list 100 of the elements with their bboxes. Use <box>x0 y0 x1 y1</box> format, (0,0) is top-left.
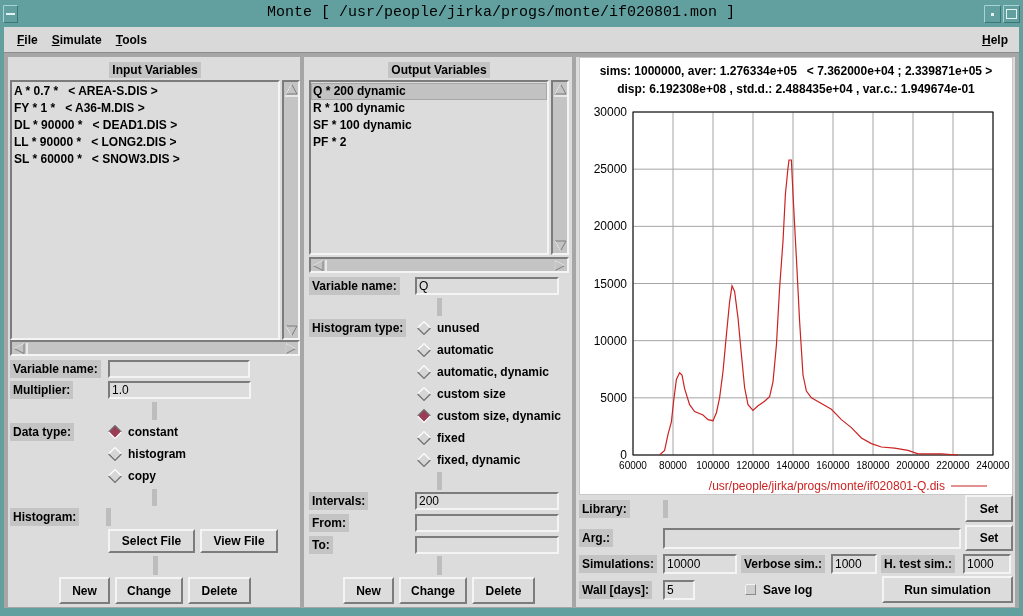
radio-option[interactable]: custom size <box>417 383 562 405</box>
field-label: Data type: <box>10 423 74 441</box>
radio-icon[interactable] <box>417 387 431 401</box>
minimize-icon[interactable] <box>984 4 1001 23</box>
checkbox-icon[interactable] <box>745 584 756 595</box>
radio-icon[interactable] <box>417 409 431 423</box>
radio-option[interactable]: unused <box>417 317 562 339</box>
vertical-scrollbar[interactable] <box>551 80 569 255</box>
field-label: From: <box>309 514 349 532</box>
legend-label: /usr/people/jirka/progs/monte/if020801-Q.dis <box>708 479 945 493</box>
new-button[interactable]: New <box>343 577 394 604</box>
legend-line-icon <box>950 485 988 487</box>
set-button[interactable]: Set <box>965 495 1013 522</box>
scroll-down-arrow-icon[interactable] <box>553 240 567 252</box>
verbose-sim-field[interactable]: 1000 <box>831 554 877 574</box>
list-item[interactable]: FY * 1 * < A36-M.DIS > <box>12 100 278 117</box>
change-button[interactable]: Change <box>399 577 467 604</box>
scroll-up-arrow-icon[interactable] <box>553 83 567 97</box>
radio-option[interactable]: histogram <box>108 443 186 465</box>
radio-icon[interactable] <box>108 425 122 439</box>
vertical-scrollbar[interactable] <box>282 80 300 340</box>
list-item[interactable]: SF * 100 dynamic <box>311 117 547 134</box>
window-title: Monte [ /usr/people/jirka/progs/monte/if020801.mon ] <box>265 3 737 24</box>
radio-icon[interactable] <box>417 321 431 335</box>
list-item[interactable]: DL * 90000 * < DEAD1.DIS > <box>12 117 278 134</box>
file-button[interactable]: View File <box>200 529 278 553</box>
field-label: H. test sim.: <box>881 555 955 573</box>
radio-option[interactable]: automatic <box>417 339 562 361</box>
separator-bar <box>437 298 442 316</box>
h-test-sim-field[interactable]: 1000 <box>963 554 1011 574</box>
save-log-checkbox[interactable]: Save log <box>745 580 813 599</box>
summary-line: sims: 1000000, aver: 1.276334e+05 < 7.362000e+04 ; 2.339871e+05 > <box>599 63 993 80</box>
scroll-right-arrow-icon[interactable] <box>554 259 566 271</box>
y-tick-label: 25000 <box>593 162 627 177</box>
separator-bar <box>437 472 442 490</box>
maximize-icon[interactable] <box>1003 4 1020 23</box>
delete-button[interactable]: Delete <box>188 577 251 604</box>
field-label: To: <box>309 536 333 554</box>
scroll-up-arrow-icon[interactable] <box>284 83 298 97</box>
delete-button[interactable]: Delete <box>472 577 535 604</box>
radio-icon[interactable] <box>108 469 122 483</box>
list-item[interactable]: LL * 90000 * < LONG2.DIS > <box>12 134 278 151</box>
radio-icon[interactable] <box>417 365 431 379</box>
field-label: Variable name: <box>309 277 400 295</box>
x-tick-label: 180000 <box>856 460 890 471</box>
field-label: Intervals: <box>309 492 369 510</box>
radio-icon[interactable] <box>108 447 122 461</box>
x-tick-label: 160000 <box>816 460 850 471</box>
horizontal-scrollbar[interactable] <box>309 257 569 273</box>
menu-item[interactable]: Help <box>982 30 1008 49</box>
menu-item[interactable]: File <box>17 30 38 49</box>
from-field[interactable] <box>415 514 559 532</box>
x-tick-label: 140000 <box>776 460 810 471</box>
separator-bar <box>153 556 158 575</box>
radio-option[interactable]: fixed <box>417 427 562 449</box>
y-tick-label: 10000 <box>593 333 627 348</box>
file-button[interactable]: Select File <box>108 529 195 553</box>
x-tick-label: 120000 <box>736 460 770 471</box>
scroll-down-arrow-icon[interactable] <box>284 325 298 337</box>
multiplier-field[interactable]: 1.0 <box>108 381 251 399</box>
list-item[interactable]: A * 0.7 * < AREA-S.DIS > <box>12 83 278 100</box>
list-item[interactable]: SL * 60000 * < SNOW3.DIS > <box>12 151 278 168</box>
menu-item[interactable]: Simulate <box>51 30 102 49</box>
panel-title: Input Variables <box>109 62 201 78</box>
radio-option[interactable]: custom size, dynamic <box>417 405 562 427</box>
simulations-field[interactable]: 10000 <box>663 554 737 574</box>
variable-name-field[interactable] <box>108 360 250 378</box>
list-item[interactable]: Q * 200 dynamic <box>311 83 547 100</box>
y-tick-label: 15000 <box>593 276 627 291</box>
y-tick-label: 5000 <box>600 390 627 405</box>
radio-option[interactable]: constant <box>108 421 186 443</box>
change-button[interactable]: Change <box>115 577 183 604</box>
y-tick-label: 20000 <box>593 219 627 234</box>
run-simulation-button[interactable]: Run simulation <box>882 576 1013 603</box>
variable-name-field[interactable]: Q <box>415 277 559 295</box>
field-label: Histogram type: <box>309 319 407 337</box>
horizontal-scrollbar[interactable] <box>10 340 300 356</box>
list-item[interactable]: PF * 2 <box>311 134 547 151</box>
intervals-field[interactable]: 200 <box>415 492 559 510</box>
radio-icon[interactable] <box>417 453 431 467</box>
set-button[interactable]: Set <box>965 525 1013 551</box>
x-tick-label: 60000 <box>619 460 647 471</box>
window-menu-icon[interactable] <box>3 4 18 23</box>
wall-days-field[interactable]: 5 <box>663 579 695 600</box>
scroll-left-arrow-icon[interactable] <box>312 259 328 271</box>
radio-option[interactable]: copy <box>108 465 186 487</box>
list-item[interactable]: R * 100 dynamic <box>311 100 547 117</box>
scroll-right-arrow-icon[interactable] <box>285 342 297 354</box>
radio-icon[interactable] <box>417 343 431 357</box>
field-label: Verbose sim.: <box>741 555 826 573</box>
field-label: Variable name: <box>10 360 101 378</box>
scroll-left-arrow-icon[interactable] <box>13 342 29 354</box>
radio-option[interactable]: fixed, dynamic <box>417 449 562 471</box>
radio-icon[interactable] <box>417 431 431 445</box>
field-label: Arg.: <box>579 529 613 547</box>
to-field[interactable] <box>415 536 559 554</box>
menu-item[interactable]: Tools <box>115 30 147 49</box>
new-button[interactable]: New <box>59 577 110 604</box>
arg-field[interactable] <box>663 527 961 549</box>
radio-option[interactable]: automatic, dynamic <box>417 361 562 383</box>
